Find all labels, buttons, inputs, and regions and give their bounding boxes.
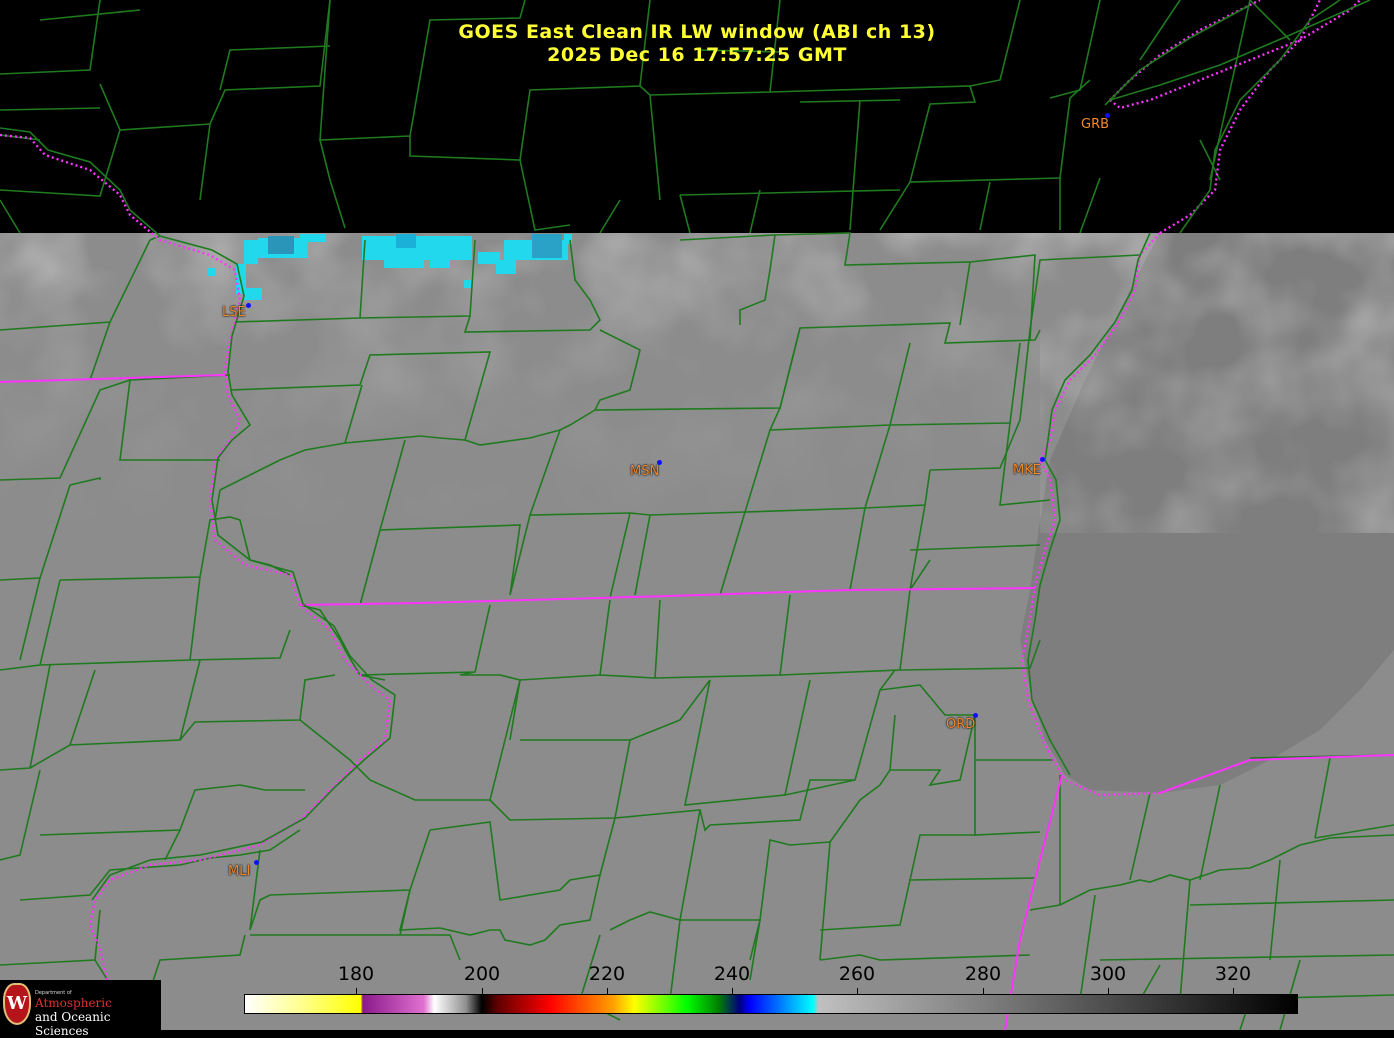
station-label-ord: ORD: [946, 717, 976, 732]
temperature-colorbar: [244, 994, 1298, 1014]
station-label-lse: LSE: [222, 305, 246, 320]
image-timestamp: 2025 Dec 16 17:57:25 GMT: [547, 44, 847, 66]
station-label-grb: GRB: [1081, 117, 1110, 132]
satellite-map: [0, 0, 1394, 1030]
station-label-msn: MSN: [630, 464, 660, 479]
colorbar-tick-260: 260: [838, 963, 876, 985]
colorbar-tick-240: 240: [713, 963, 751, 985]
aos-logo: W Department of Atmospheric and Oceanic …: [0, 980, 161, 1038]
station-dot-mke: [1040, 457, 1045, 462]
colorbar-tick-280: 280: [964, 963, 1002, 985]
image-title: GOES East Clean IR LW window (ABI ch 13): [458, 21, 936, 43]
cloud-texture: [0, 233, 1394, 533]
colorbar-tick-200: 200: [463, 963, 501, 985]
colorbar-tick-320: 320: [1214, 963, 1252, 985]
colorbar-tick-180: 180: [337, 963, 375, 985]
colorbar-tick-220: 220: [588, 963, 626, 985]
logo-line2: and Oceanic Sciences: [35, 1010, 111, 1038]
logo-line1: Atmospheric: [35, 996, 112, 1010]
colorbar-tick-300: 300: [1089, 963, 1127, 985]
station-label-mli: MLI: [228, 864, 251, 879]
uw-seal-icon: W: [3, 983, 31, 1025]
station-dot-mli: [254, 860, 259, 865]
station-dot-lse: [246, 303, 251, 308]
station-label-mke: MKE: [1013, 463, 1041, 478]
